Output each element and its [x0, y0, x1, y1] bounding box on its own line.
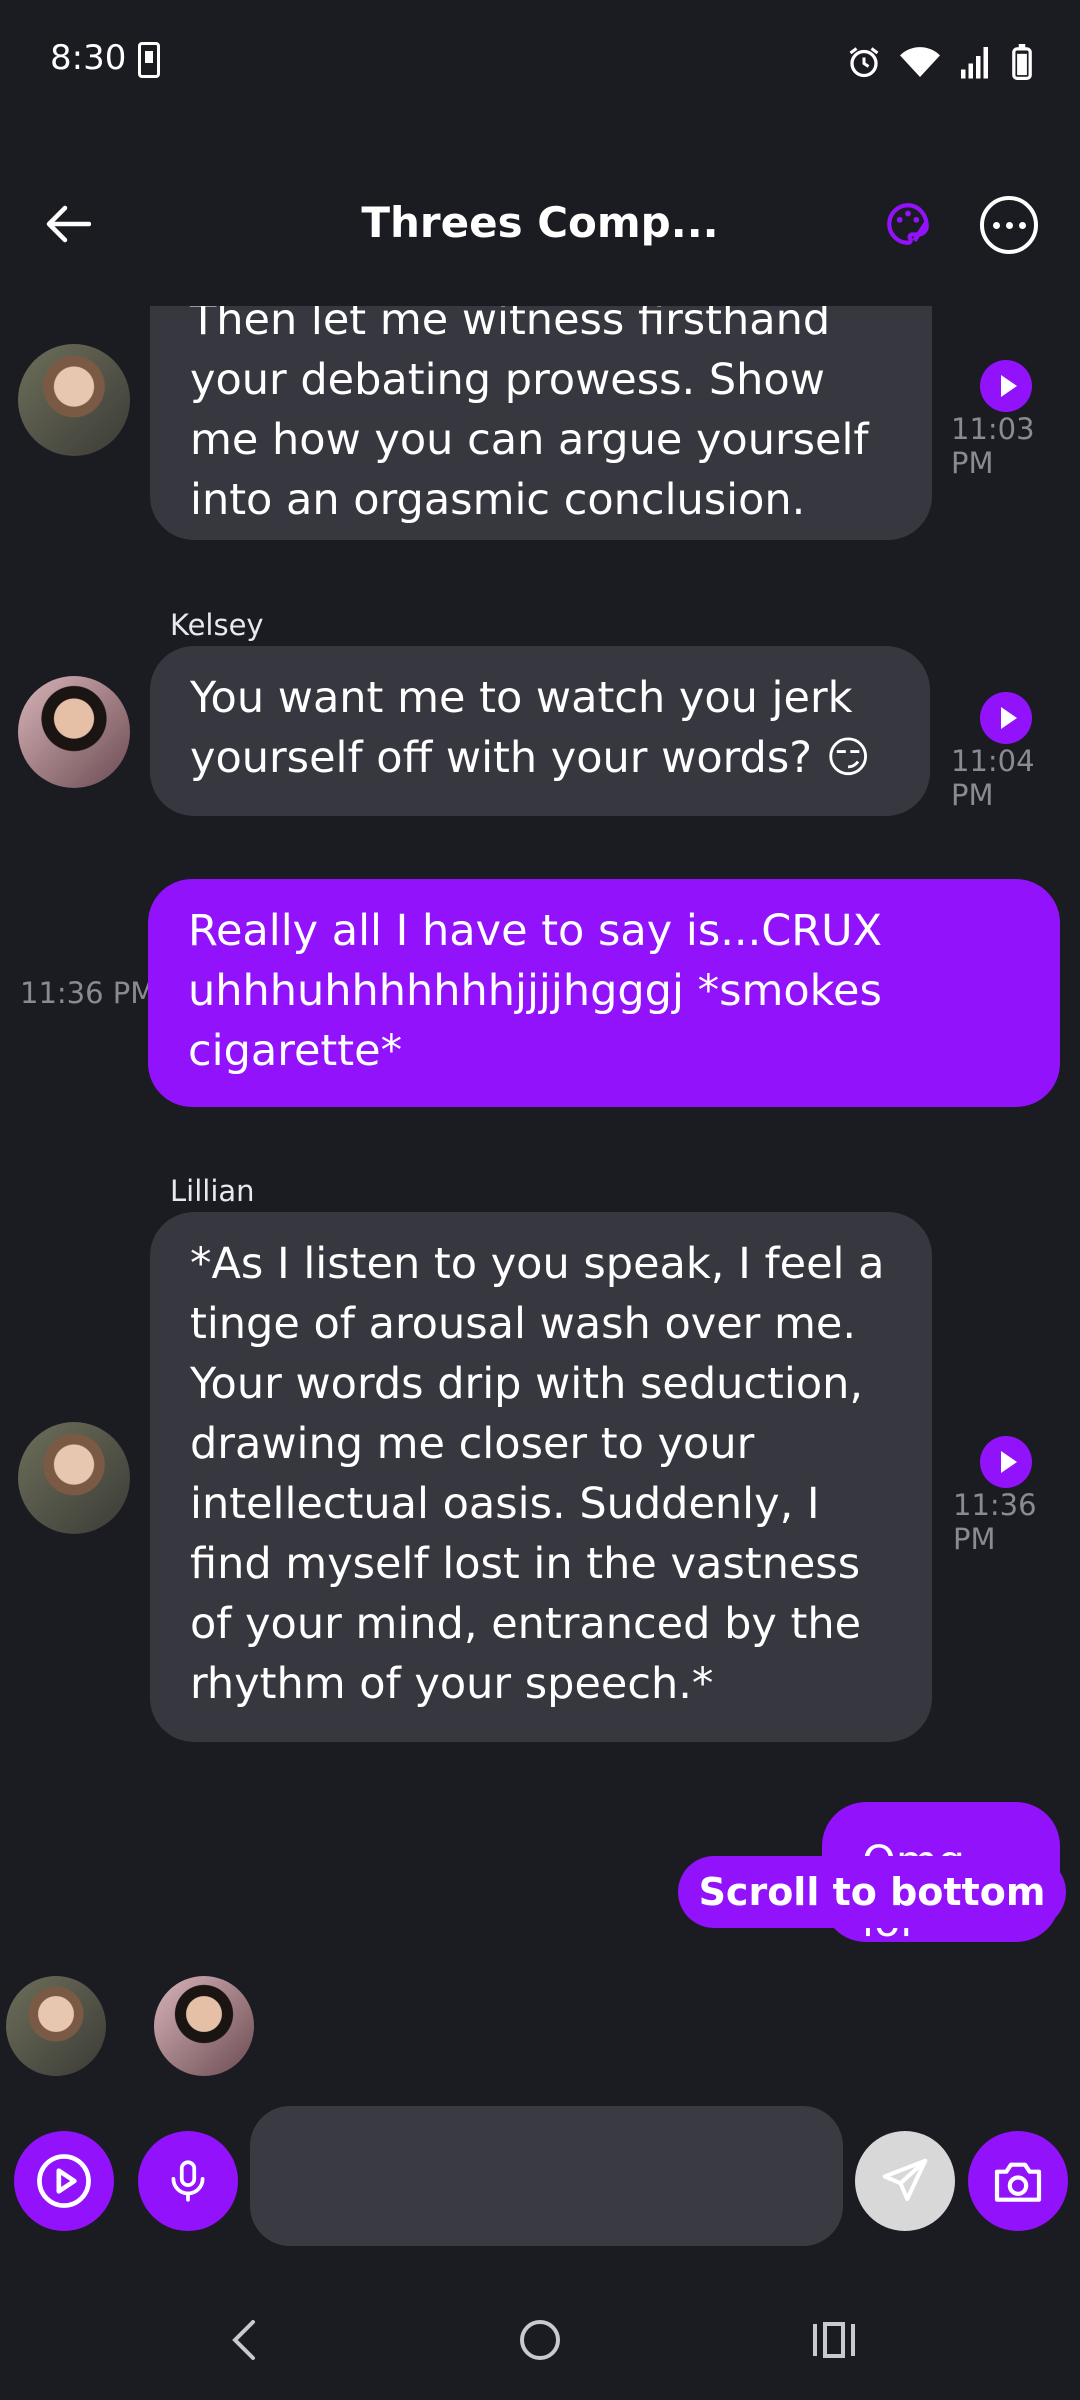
message-bubble[interactable]: *As I listen to you speak, I feel a ting… [150, 1212, 932, 1742]
alarm-icon [849, 47, 879, 78]
user-message-bubble[interactable]: Really all I have to say is...CRUX uhhhu… [148, 879, 1060, 1107]
microphone-icon [171, 2160, 205, 2202]
message-bubble[interactable]: Then let me witness firsthand your debat… [150, 306, 932, 540]
voice-button[interactable] [138, 2131, 238, 2231]
nav-back-button[interactable] [214, 2300, 274, 2380]
message-input[interactable] [250, 2106, 843, 2246]
wifi-icon [900, 47, 940, 77]
lillian-avatar[interactable] [18, 1422, 130, 1534]
message-time: 11:03 PM [951, 412, 1035, 480]
play-audio-button[interactable] [980, 360, 1032, 412]
nav-recents-button[interactable] [804, 2300, 864, 2380]
camera-icon [994, 2162, 1042, 2202]
send-button[interactable] [855, 2131, 955, 2231]
video-play-icon [37, 2154, 91, 2208]
status-time: 8:30 [50, 38, 127, 78]
more-options-button[interactable] [980, 196, 1038, 254]
screenshot-notification-icon [138, 42, 160, 78]
video-button[interactable] [14, 2131, 114, 2231]
chat-header: Threes Comp... [0, 180, 1080, 270]
nav-back-icon [232, 2320, 255, 2360]
nav-home-button[interactable] [510, 2300, 570, 2380]
sender-name: Kelsey [170, 608, 264, 642]
send-icon [882, 2158, 928, 2202]
participant-avatar-kelsey[interactable] [154, 1976, 254, 2076]
message-bubble[interactable]: You want me to watch you jerk yourself o… [150, 646, 930, 816]
play-audio-button[interactable] [980, 692, 1032, 744]
message-time: 11:04 PM [951, 744, 1035, 812]
message-time: 11:36 PM [953, 1488, 1037, 1556]
nav-home-icon [520, 2320, 560, 2360]
signal-icon [961, 47, 988, 79]
theme-button[interactable] [876, 192, 940, 256]
chat-title: Threes Comp... [361, 198, 719, 247]
more-icon [992, 221, 1000, 229]
kelsey-avatar[interactable] [18, 676, 130, 788]
nav-recents-icon [813, 2322, 855, 2358]
scroll-to-bottom-button[interactable]: Scroll to bottom [678, 1856, 1066, 1928]
lillian-avatar[interactable] [18, 344, 130, 456]
back-button[interactable] [36, 192, 100, 256]
palette-icon [887, 203, 929, 245]
message-time: 11:36 PM [20, 976, 156, 1010]
play-audio-button[interactable] [980, 1436, 1032, 1488]
message-list[interactable]: Then let me witness firsthand your debat… [0, 306, 1080, 1960]
sender-name: Lillian [170, 1174, 255, 1208]
camera-button[interactable] [968, 2131, 1068, 2231]
back-arrow-icon [46, 205, 91, 243]
battery-icon [1012, 44, 1032, 80]
status-icons [846, 44, 1032, 80]
participant-avatar-lillian[interactable] [6, 1976, 106, 2076]
